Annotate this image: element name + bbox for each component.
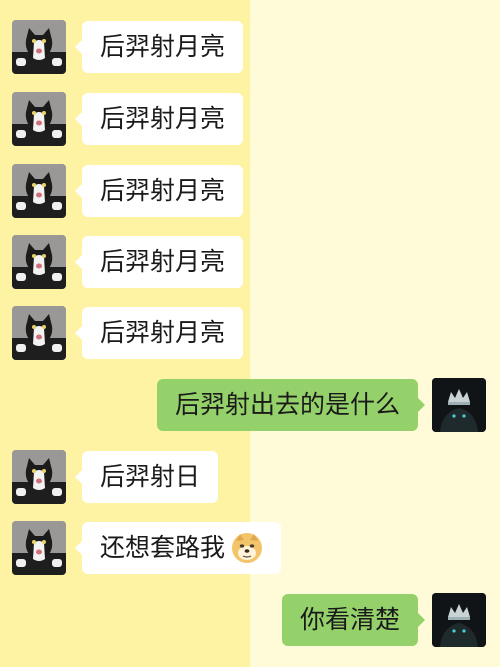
message-row: 后羿射月亮 [0, 164, 500, 218]
message-row: 后羿射出去的是什么 [0, 378, 500, 432]
message-row: 后羿射月亮 [0, 235, 500, 289]
chat-area: 后羿射月亮 后羿射月亮 后羿射月亮 后羿射月亮 后羿射月亮 后羿射出去的是什么 … [0, 0, 500, 667]
dark-crown-avatar-icon[interactable] [432, 378, 486, 432]
doge-emoji-icon [231, 530, 263, 563]
cat-avatar-icon[interactable] [12, 164, 66, 218]
message-row: 后羿射月亮 [0, 306, 500, 360]
message-row: 后羿射月亮 [0, 20, 500, 74]
message-bubble[interactable]: 后羿射出去的是什么 [156, 379, 426, 431]
message-row: 后羿射日 [0, 450, 500, 504]
dark-crown-avatar-icon[interactable] [432, 593, 486, 647]
message-bubble[interactable]: 你看清楚 [281, 594, 426, 646]
message-row: 你看清楚 [0, 593, 500, 647]
message-bubble[interactable]: 后羿射月亮 [74, 93, 244, 145]
message-bubble[interactable]: 后羿射日 [74, 451, 219, 503]
cat-avatar-icon[interactable] [12, 20, 66, 74]
cat-avatar-icon[interactable] [12, 306, 66, 360]
message-bubble[interactable]: 后羿射月亮 [74, 165, 244, 217]
message-row: 后羿射月亮 [0, 92, 500, 146]
message-bubble[interactable]: 后羿射月亮 [74, 307, 244, 359]
cat-avatar-icon[interactable] [12, 521, 66, 575]
message-bubble[interactable]: 还想套路我 [74, 522, 282, 574]
message-bubble[interactable]: 后羿射月亮 [74, 21, 244, 73]
cat-avatar-icon[interactable] [12, 450, 66, 504]
message-bubble[interactable]: 后羿射月亮 [74, 236, 244, 288]
cat-avatar-icon[interactable] [12, 235, 66, 289]
message-text: 还想套路我 [100, 533, 226, 562]
message-row: 还想套路我 [0, 521, 500, 575]
cat-avatar-icon[interactable] [12, 92, 66, 146]
